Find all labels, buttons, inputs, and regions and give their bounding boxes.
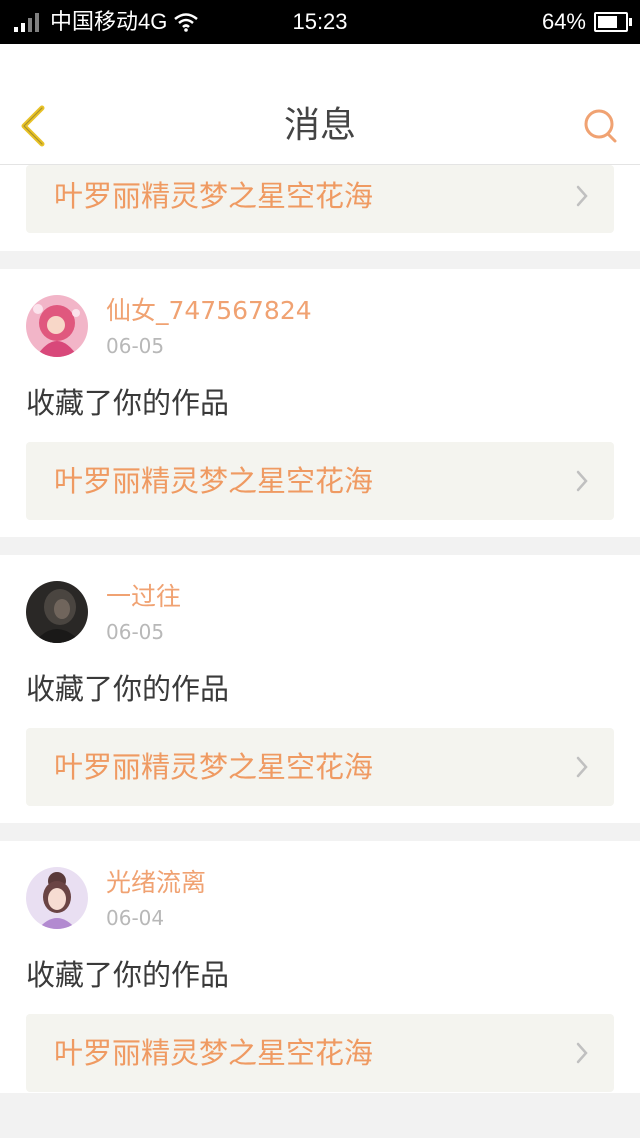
- chevron-right-icon: [576, 756, 588, 778]
- chevron-right-icon: [576, 185, 588, 207]
- message-card: 叶罗丽精灵梦之星空花海: [0, 165, 640, 251]
- avatar[interactable]: [26, 581, 88, 643]
- message-text: 收藏了你的作品: [26, 958, 230, 992]
- work-title: 叶罗丽精灵梦之星空花海: [54, 179, 374, 213]
- message-card: 一过往 06-05 收藏了你的作品 叶罗丽精灵梦之星空花海: [0, 555, 640, 823]
- message-date: 06-05: [106, 334, 165, 358]
- message-date: 06-05: [106, 620, 165, 644]
- work-link[interactable]: 叶罗丽精灵梦之星空花海: [26, 165, 614, 233]
- status-right: 64%: [541, 9, 632, 35]
- work-link[interactable]: 叶罗丽精灵梦之星空花海: [26, 442, 614, 520]
- chevron-right-icon: [576, 470, 588, 492]
- message-list: 叶罗丽精灵梦之星空花海 仙女_747567824 06-05 收藏了你的作品 叶…: [0, 165, 640, 1093]
- message-date: 06-04: [106, 906, 165, 930]
- avatar[interactable]: [26, 295, 88, 357]
- battery-icon: [594, 12, 632, 32]
- message-text: 收藏了你的作品: [26, 672, 230, 706]
- username[interactable]: 一过往: [106, 581, 181, 613]
- status-bar: 中国移动4G 15:23 64%: [0, 0, 640, 44]
- username[interactable]: 仙女_747567824: [106, 295, 312, 327]
- work-link[interactable]: 叶罗丽精灵梦之星空花海: [26, 1014, 614, 1092]
- work-link[interactable]: 叶罗丽精灵梦之星空花海: [26, 728, 614, 806]
- page-title: 消息: [283, 105, 356, 146]
- nav-bar: 消息: [0, 44, 640, 165]
- search-icon[interactable]: [582, 108, 618, 144]
- message-card: 仙女_747567824 06-05 收藏了你的作品 叶罗丽精灵梦之星空花海: [0, 269, 640, 537]
- username[interactable]: 光绪流离: [106, 867, 206, 899]
- avatar[interactable]: [26, 867, 88, 929]
- battery-percent: 64%: [541, 9, 586, 34]
- work-title: 叶罗丽精灵梦之星空花海: [54, 464, 374, 498]
- message-text: 收藏了你的作品: [26, 386, 230, 420]
- work-title: 叶罗丽精灵梦之星空花海: [54, 750, 374, 784]
- work-title: 叶罗丽精灵梦之星空花海: [54, 1036, 374, 1070]
- message-card: 光绪流离 06-04 收藏了你的作品 叶罗丽精灵梦之星空花海: [0, 841, 640, 1093]
- chevron-right-icon: [576, 1042, 588, 1064]
